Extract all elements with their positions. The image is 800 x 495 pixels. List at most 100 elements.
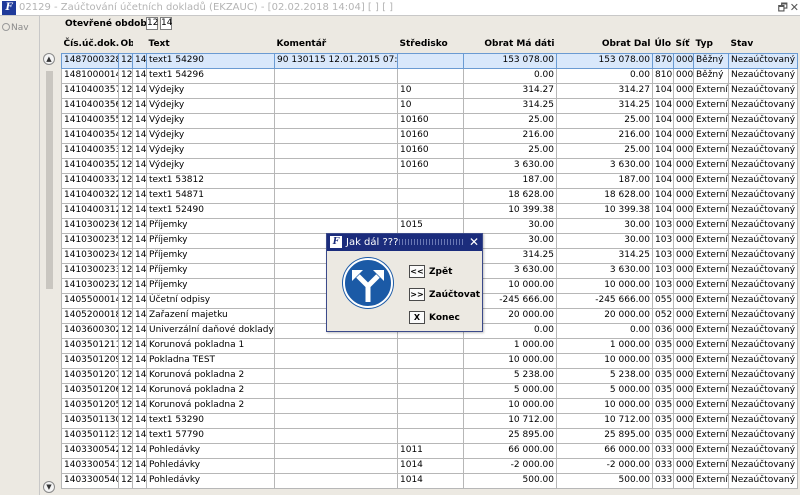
table-cell[interactable]: 10 712.00 bbox=[556, 412, 653, 429]
table-cell[interactable]: Externí bbox=[693, 127, 729, 144]
table-cell[interactable]: 1487000328 bbox=[61, 52, 119, 69]
column-header[interactable]: Obrat Má dáti bbox=[464, 36, 557, 53]
table-row[interactable]: 1403501130 12 14 text1 53290 10 712.00 10 712… bbox=[61, 412, 798, 429]
table-cell[interactable]: text1 57790 bbox=[146, 427, 275, 444]
table-cell[interactable]: 5 000.00 bbox=[463, 382, 557, 399]
table-cell[interactable]: 14 bbox=[132, 307, 147, 324]
table-cell[interactable]: 1 000.00 bbox=[556, 337, 653, 354]
table-cell[interactable] bbox=[274, 157, 398, 174]
table-cell[interactable]: 14 bbox=[132, 262, 147, 279]
table-cell[interactable]: 810 bbox=[652, 67, 674, 84]
table-cell[interactable]: text1 54296 bbox=[146, 67, 275, 84]
table-cell[interactable]: 14 bbox=[132, 172, 147, 189]
table-cell[interactable]: 000 bbox=[673, 172, 694, 189]
table-cell[interactable]: 12 bbox=[118, 367, 133, 384]
table-cell[interactable]: 14 bbox=[132, 457, 147, 474]
table-cell[interactable]: Nezaúčtovaný bbox=[728, 412, 798, 429]
table-cell[interactable]: 14 bbox=[132, 352, 147, 369]
column-header[interactable]: Síť bbox=[674, 36, 694, 53]
table-cell[interactable]: -2 000.00 bbox=[463, 457, 557, 474]
table-cell[interactable] bbox=[397, 427, 464, 444]
table-cell[interactable]: -245 666.00 bbox=[556, 292, 653, 309]
table-cell[interactable]: Nezaúčtovaný bbox=[728, 352, 798, 369]
table-cell[interactable]: 055 bbox=[652, 292, 674, 309]
table-cell[interactable]: Nezaúčtovaný bbox=[728, 97, 798, 114]
table-cell[interactable]: 000 bbox=[673, 292, 694, 309]
table-cell[interactable]: Externí bbox=[693, 307, 729, 324]
table-row[interactable]: 1403501207 12 14 Korunová pokladna 2 5 238.0… bbox=[61, 367, 798, 384]
table-row[interactable]: 1403501211 12 14 Korunová pokladna 1 1 000.0… bbox=[61, 337, 798, 354]
table-cell[interactable]: 000 bbox=[673, 52, 694, 69]
table-cell[interactable]: 12 bbox=[118, 157, 133, 174]
table-cell[interactable]: Nezaúčtovaný bbox=[728, 172, 798, 189]
table-cell[interactable]: 12 bbox=[118, 247, 133, 264]
table-cell[interactable]: 000 bbox=[673, 97, 694, 114]
table-cell[interactable] bbox=[274, 142, 398, 159]
table-cell[interactable]: 90 130115 12.01.2015 07:46:0 bbox=[274, 52, 398, 69]
table-cell[interactable]: 12 bbox=[118, 277, 133, 294]
table-cell[interactable]: text1 54871 bbox=[146, 187, 275, 204]
table-cell[interactable]: 314.25 bbox=[463, 97, 557, 114]
table-cell[interactable]: 000 bbox=[673, 112, 694, 129]
table-cell[interactable]: 103 bbox=[652, 247, 674, 264]
table-cell[interactable]: Korunová pokladna 2 bbox=[146, 367, 275, 384]
table-cell[interactable]: 10160 bbox=[397, 142, 464, 159]
table-cell[interactable]: Pohledávky bbox=[146, 472, 275, 489]
table-cell[interactable]: 000 bbox=[673, 82, 694, 99]
table-cell[interactable]: 103 bbox=[652, 262, 674, 279]
table-cell[interactable]: 103 bbox=[652, 217, 674, 234]
table-cell[interactable] bbox=[397, 67, 464, 84]
column-header[interactable]: Typ bbox=[694, 36, 729, 53]
table-cell[interactable]: 1015 bbox=[397, 217, 464, 234]
table-cell[interactable]: 14 bbox=[132, 337, 147, 354]
table-cell[interactable]: 216.00 bbox=[463, 127, 557, 144]
table-cell[interactable]: 12 bbox=[118, 472, 133, 489]
table-cell[interactable]: 1403600302 bbox=[61, 322, 119, 339]
table-cell[interactable]: 000 bbox=[673, 217, 694, 234]
table-cell[interactable]: Externí bbox=[693, 142, 729, 159]
table-cell[interactable]: 14 bbox=[132, 412, 147, 429]
table-cell[interactable]: 1410300232 bbox=[61, 277, 119, 294]
table-cell[interactable]: 314.27 bbox=[463, 82, 557, 99]
table-cell[interactable]: Externí bbox=[693, 277, 729, 294]
table-cell[interactable]: 1403501205 bbox=[61, 397, 119, 414]
table-cell[interactable]: Nezaúčtovaný bbox=[728, 67, 798, 84]
table-cell[interactable]: 103 bbox=[652, 277, 674, 294]
table-cell[interactable]: 25 895.00 bbox=[463, 427, 557, 444]
table-cell[interactable]: Příjemky bbox=[146, 262, 275, 279]
table-cell[interactable]: 18 628.00 bbox=[556, 187, 653, 204]
table-cell[interactable]: 1403501123 bbox=[61, 427, 119, 444]
table-cell[interactable]: 14 bbox=[132, 367, 147, 384]
table-cell[interactable] bbox=[397, 337, 464, 354]
table-cell[interactable]: 14 bbox=[132, 427, 147, 444]
table-cell[interactable]: Příjemky bbox=[146, 247, 275, 264]
table-row[interactable]: 1487000328 12 14 text1 54290 90 130115 12.01… bbox=[61, 52, 798, 69]
table-cell[interactable]: Nezaúčtovaný bbox=[728, 367, 798, 384]
table-cell[interactable] bbox=[274, 67, 398, 84]
table-cell[interactable] bbox=[274, 457, 398, 474]
table-cell[interactable]: 14 bbox=[132, 292, 147, 309]
table-cell[interactable] bbox=[274, 412, 398, 429]
table-cell[interactable]: Korunová pokladna 1 bbox=[146, 337, 275, 354]
table-cell[interactable]: 14 bbox=[132, 202, 147, 219]
table-cell[interactable]: 12 bbox=[118, 292, 133, 309]
table-cell[interactable] bbox=[397, 412, 464, 429]
scroll-down-icon[interactable]: ▼ bbox=[43, 481, 55, 493]
table-cell[interactable]: 187.00 bbox=[556, 172, 653, 189]
table-cell[interactable]: Korunová pokladna 2 bbox=[146, 397, 275, 414]
table-cell[interactable]: 035 bbox=[652, 337, 674, 354]
table-row[interactable]: 1403501205 12 14 Korunová pokladna 2 10 000.… bbox=[61, 397, 798, 414]
table-cell[interactable]: 66 000.00 bbox=[556, 442, 653, 459]
table-cell[interactable]: 035 bbox=[652, 412, 674, 429]
table-cell[interactable]: 1410400353 bbox=[61, 142, 119, 159]
table-cell[interactable]: 1403501211 bbox=[61, 337, 119, 354]
table-cell[interactable]: 1410400322 bbox=[61, 187, 119, 204]
table-cell[interactable]: Nezaúčtovaný bbox=[728, 337, 798, 354]
table-cell[interactable]: Externí bbox=[693, 157, 729, 174]
table-cell[interactable]: 10 bbox=[397, 97, 464, 114]
table-cell[interactable]: Výdejky bbox=[146, 142, 275, 159]
table-cell[interactable]: 033 bbox=[652, 472, 674, 489]
table-cell[interactable] bbox=[397, 52, 464, 69]
table-cell[interactable]: 1410300236 bbox=[61, 217, 119, 234]
table-cell[interactable]: 1403501206 bbox=[61, 382, 119, 399]
